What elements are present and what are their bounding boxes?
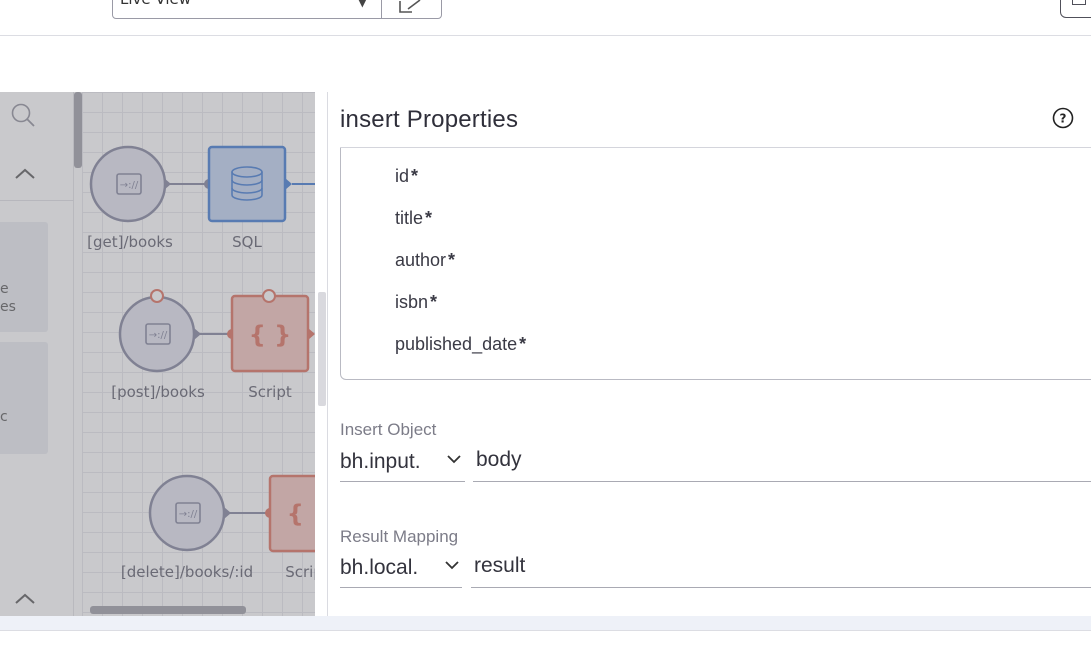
save-icon bbox=[1072, 0, 1086, 5]
field-name: title bbox=[395, 208, 424, 228]
result-mapping-label: Result Mapping bbox=[340, 527, 459, 546]
pencil-icon bbox=[399, 0, 421, 13]
svg-text:→://: →:// bbox=[149, 330, 168, 341]
field-item[interactable]: published_date * bbox=[395, 334, 526, 355]
save-button[interactable] bbox=[1060, 0, 1091, 18]
field-name: id bbox=[395, 166, 410, 186]
chevron-down-icon bbox=[445, 561, 459, 570]
required-mark: * bbox=[448, 250, 456, 270]
insert-object-value-field[interactable]: body bbox=[473, 448, 1091, 482]
port-dot bbox=[150, 289, 164, 303]
svg-text:→://: →:// bbox=[120, 180, 139, 191]
required-mark: * bbox=[430, 292, 438, 312]
field-item[interactable]: author * bbox=[395, 250, 455, 271]
node-label: SQL bbox=[232, 233, 262, 251]
field-name: author bbox=[395, 250, 447, 270]
result-mapping-value: result bbox=[474, 554, 526, 577]
result-mapping-prefix-select[interactable]: bh.local. bbox=[340, 554, 462, 588]
panel-title: insert Properties bbox=[340, 106, 519, 133]
connector-arrow bbox=[285, 178, 292, 190]
required-mark: * bbox=[425, 208, 433, 228]
required-mark: * bbox=[519, 334, 527, 354]
sql-node[interactable] bbox=[207, 145, 287, 223]
edit-button[interactable] bbox=[381, 0, 442, 19]
result-mapping-prefix-value: bh.local. bbox=[340, 556, 419, 579]
node-label: [delete]/books/:id bbox=[121, 563, 253, 581]
field-item[interactable]: id * bbox=[395, 166, 418, 187]
connector-arrow bbox=[308, 328, 315, 340]
insert-object-value: body bbox=[476, 448, 522, 471]
result-mapping-value-field[interactable]: result bbox=[471, 554, 1091, 588]
field-name: published_date bbox=[395, 334, 518, 354]
svg-text:→://: →:// bbox=[179, 509, 198, 520]
curly-braces-icon: { } bbox=[249, 321, 292, 349]
node-label: [post]/books bbox=[111, 383, 205, 401]
flow-canvas-area: e es c →:// [get]/books SQL →:// {} [po… bbox=[0, 92, 315, 616]
connector-arrow bbox=[224, 507, 231, 519]
field-item[interactable]: isbn * bbox=[395, 292, 437, 313]
connector-arrow bbox=[164, 178, 171, 190]
flow-diagram: →:// [get]/books SQL →:// { } [post]/boo… bbox=[87, 145, 315, 581]
top-toolbar: Live View ▼ bbox=[0, 0, 1091, 36]
caret-down-icon: ▼ bbox=[357, 0, 367, 9]
properties-panel: insert Properties ? id * title * author * i… bbox=[328, 92, 1091, 616]
node-label: Script bbox=[285, 563, 315, 581]
node-label: Script bbox=[248, 383, 292, 401]
footer-strip bbox=[0, 616, 1091, 630]
insert-object-prefix-value: bh.input. bbox=[340, 450, 421, 473]
fields-list: id * title * author * isbn * published_date * bbox=[340, 148, 1091, 380]
footer-divider bbox=[0, 630, 1091, 631]
required-mark: * bbox=[411, 166, 419, 186]
svg-text:?: ? bbox=[1060, 112, 1067, 126]
canvas-horizontal-scrollbar[interactable] bbox=[90, 606, 246, 614]
curly-braces-icon: { } bbox=[287, 500, 315, 528]
question-circle-icon[interactable]: ? bbox=[1052, 107, 1074, 129]
view-mode-select[interactable]: Live View ▼ bbox=[112, 0, 382, 19]
field-item[interactable]: title * bbox=[395, 208, 432, 229]
view-mode-value: Live View bbox=[120, 0, 191, 8]
node-label: [get]/books bbox=[87, 233, 173, 251]
chevron-down-icon bbox=[447, 455, 461, 464]
panel-resize-handle[interactable] bbox=[318, 292, 326, 406]
insert-object-label: Insert Object bbox=[340, 420, 437, 439]
insert-object-prefix-select[interactable]: bh.input. bbox=[340, 448, 465, 482]
connector-arrow bbox=[194, 328, 201, 340]
port-dot bbox=[262, 289, 276, 303]
field-name: isbn bbox=[395, 292, 429, 312]
